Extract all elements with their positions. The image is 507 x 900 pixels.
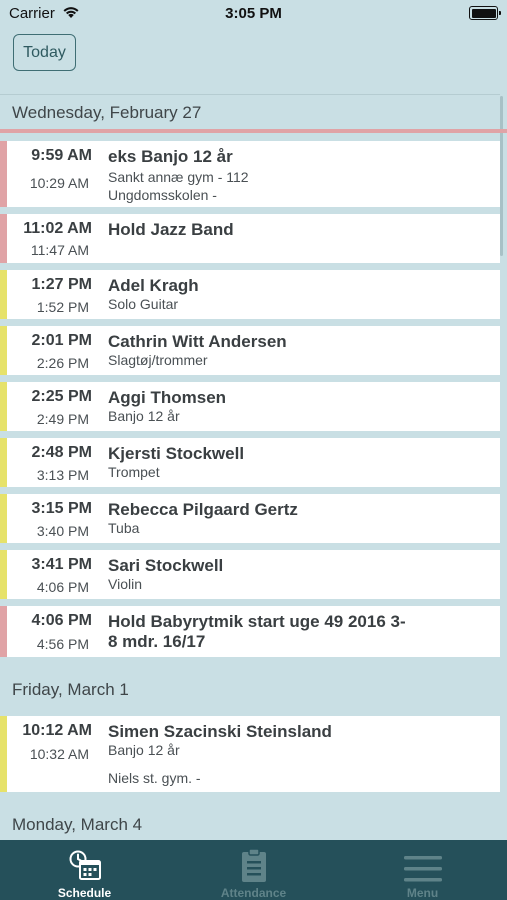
event-end-time: 1:52 PM [36,299,89,315]
event-color-stripe [0,382,7,431]
schedule-icon [69,850,101,880]
event-title: Simen Szacinski Steinsland [108,722,332,741]
event-location: Ungdomsskolen - [108,187,217,203]
event-start-time: 4:06 PM [31,612,92,629]
event-title: Rebecca Pilgaard Gertz [108,500,298,519]
event-row[interactable]: 3:15 PM 3:40 PM Rebecca Pilgaard Gertz T… [0,494,500,543]
event-row[interactable]: 10:12 AM 10:32 AM Simen Szacinski Steins… [0,716,500,792]
event-location: Niels st. gym. - [108,770,201,786]
event-subject: Violin [108,576,142,592]
event-start-time: 1:27 PM [31,276,92,293]
event-row[interactable]: 3:41 PM 4:06 PM Sari Stockwell Violin [0,550,500,599]
event-end-time: 10:29 AM [29,175,89,191]
event-row[interactable]: 1:27 PM 1:52 PM Adel Kragh Solo Guitar [0,270,500,319]
event-start-time: 3:41 PM [31,556,92,573]
event-row[interactable]: 4:06 PM 4:56 PM Hold Babyrytmik start ug… [0,606,500,657]
event-title: Sari Stockwell [108,556,224,575]
tab-schedule[interactable]: Schedule [0,840,169,900]
day-header: Wednesday, February 27 [0,97,507,133]
event-title: Hold Babyrytmik start uge 49 2016 3-8 md… [108,612,406,651]
event-start-time: 2:01 PM [31,332,92,349]
event-title: Aggi Thomsen [108,388,227,407]
event-title: Adel Kragh [108,276,199,295]
event-subject: Trompet [108,464,160,480]
event-start-time: 10:12 AM [22,722,92,739]
event-subject: Banjo 12 år [108,742,180,758]
event-color-stripe [0,550,7,599]
event-start-time: 3:15 PM [31,500,92,517]
event-row[interactable]: 2:48 PM 3:13 PM Kjersti Stockwell Trompe… [0,438,500,487]
event-subject: Slagtøj/trommer [108,352,208,368]
event-subject: Banjo 12 år [108,408,180,424]
event-row[interactable]: 2:25 PM 2:49 PM Aggi Thomsen Banjo 12 år [0,382,500,431]
event-subject: Solo Guitar [108,296,179,312]
event-color-stripe [0,716,7,792]
clipboard-icon [241,848,266,882]
tab-label: Schedule [57,886,112,900]
event-color-stripe [0,270,7,319]
event-title: Cathrin Witt Andersen [108,332,287,351]
event-start-time: 9:59 AM [31,147,92,164]
event-color-stripe [0,494,7,543]
tab-label: Attendance [220,886,287,900]
tab-label: Menu [406,886,439,900]
event-start-time: 11:02 AM [23,220,92,237]
event-start-time: 2:48 PM [31,444,92,461]
event-end-time: 2:49 PM [36,411,89,427]
day-header: Monday, March 4 [12,815,143,834]
event-end-time: 10:32 AM [29,746,89,762]
event-row[interactable]: 9:59 AM 10:29 AM eks Banjo 12 år Sankt a… [0,141,500,207]
event-title: Kjersti Stockwell [108,444,245,463]
event-title: Hold Jazz Band [108,220,234,239]
status-bar: Carrier 3:05 PM [0,0,507,28]
event-color-stripe [0,438,7,487]
event-row[interactable]: 11:02 AM 11:47 AM Hold Jazz Band [0,214,500,263]
tab-bar: Schedule Attendance Menu [0,840,507,900]
status-time: 3:05 PM [225,5,282,22]
event-end-time: 3:40 PM [36,523,89,539]
event-color-stripe [0,214,7,263]
event-row[interactable]: 2:01 PM 2:26 PM Cathrin Witt Andersen Sl… [0,326,500,375]
event-end-time: 4:06 PM [36,579,89,595]
divider [0,94,500,95]
event-end-time: 11:47 AM [30,242,89,258]
event-color-stripe [0,606,7,657]
event-subject: Tuba [108,520,140,536]
tab-menu[interactable]: Menu [338,840,507,900]
today-button[interactable]: Today [13,34,76,71]
tab-attendance[interactable]: Attendance [169,840,338,900]
event-color-stripe [0,141,7,207]
event-location: Sankt annæ gym - 112 [108,169,249,185]
event-end-time: 4:56 PM [36,636,89,652]
event-title: eks Banjo 12 år [108,147,233,166]
event-end-time: 3:13 PM [36,467,89,483]
battery-icon [469,6,501,20]
event-end-time: 2:26 PM [36,355,89,371]
hamburger-icon [403,856,442,882]
event-color-stripe [0,326,7,375]
event-start-time: 2:25 PM [31,388,92,405]
day-header: Friday, March 1 [12,680,129,699]
